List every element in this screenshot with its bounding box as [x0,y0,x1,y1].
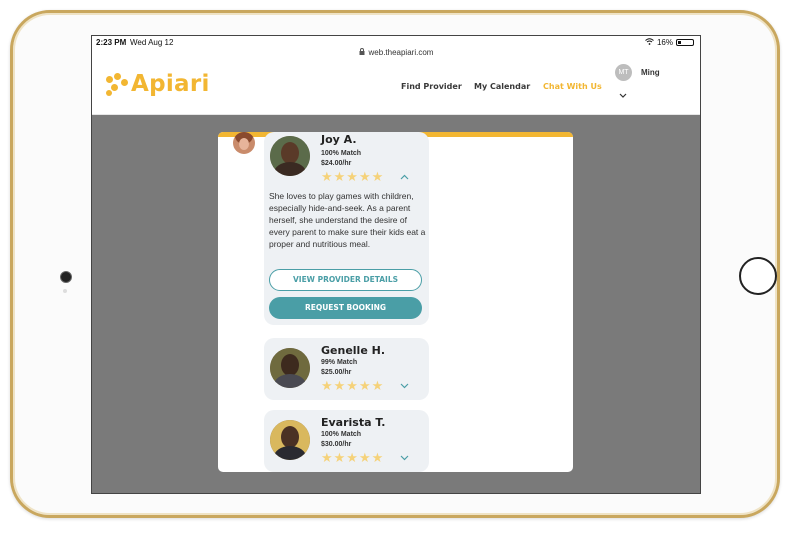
provider-match: 99% Match [321,359,358,366]
url-bar[interactable]: web.theapiari.com [92,48,700,57]
provider-card[interactable]: Joy A. 100% Match $24.00/hr ★★★★★ She lo… [264,132,429,325]
provider-photo [270,136,310,176]
provider-rate: $30.00/hr [321,441,352,448]
app-header: Apiari Find Provider My Calendar Chat Wi… [92,58,700,115]
chevron-down-icon[interactable] [400,453,409,463]
chat-avatar [233,132,255,154]
wifi-icon [645,38,654,47]
user-avatar[interactable]: MT [615,64,632,81]
provider-match: 100% Match [321,431,362,438]
rating-stars: ★★★★★ [321,450,385,465]
rating-stars: ★★★★★ [321,169,385,184]
status-time: 2:23 PM [96,38,127,47]
battery-icon [676,39,694,46]
status-date: Wed Aug 12 [130,38,174,47]
url-text: web.theapiari.com [368,48,434,57]
provider-name: Genelle H. [321,344,385,357]
provider-card[interactable]: Evarista T. 100% Match $30.00/hr ★★★★★ [264,410,429,472]
provider-card[interactable]: Genelle H. 99% Match $25.00/hr ★★★★★ [264,338,429,400]
provider-match-modal: Joy A. 100% Match $24.00/hr ★★★★★ She lo… [218,132,573,472]
honeycomb-icon [106,73,128,96]
status-right: 16% [645,38,694,47]
apiari-logo[interactable]: Apiari [106,71,210,97]
nav-my-calendar[interactable]: My Calendar [474,82,530,91]
provider-match: 100% Match [321,150,362,157]
chevron-up-icon[interactable] [400,172,409,182]
lock-icon [359,48,367,57]
battery-percent: 16% [656,38,673,47]
rating-stars: ★★★★★ [321,378,385,393]
provider-name: Evarista T. [321,416,386,429]
ambient-sensor [63,289,67,293]
user-menu-chevron-icon[interactable] [619,90,627,100]
provider-rate: $25.00/hr [321,369,352,376]
chevron-down-icon[interactable] [400,381,409,391]
view-provider-details-button[interactable]: VIEW PROVIDER DETAILS [269,269,422,291]
ipad-screen: 2:23 PM Wed Aug 12 16% web.theapiari.com… [91,35,701,494]
nav-find-provider[interactable]: Find Provider [401,82,462,91]
modal-backdrop: Joy A. 100% Match $24.00/hr ★★★★★ She lo… [92,115,700,493]
home-button[interactable] [739,257,777,295]
user-name[interactable]: Ming [641,68,660,77]
logo-text: Apiari [131,71,210,97]
front-camera [60,271,72,283]
provider-bio: She loves to play games with children, e… [269,191,426,249]
provider-photo [270,420,310,460]
provider-name: Joy A. [321,133,357,146]
provider-rate: $24.00/hr [321,160,352,167]
provider-photo [270,348,310,388]
request-booking-button[interactable]: REQUEST BOOKING [269,297,422,319]
nav-chat-with-us[interactable]: Chat With Us [543,82,602,91]
